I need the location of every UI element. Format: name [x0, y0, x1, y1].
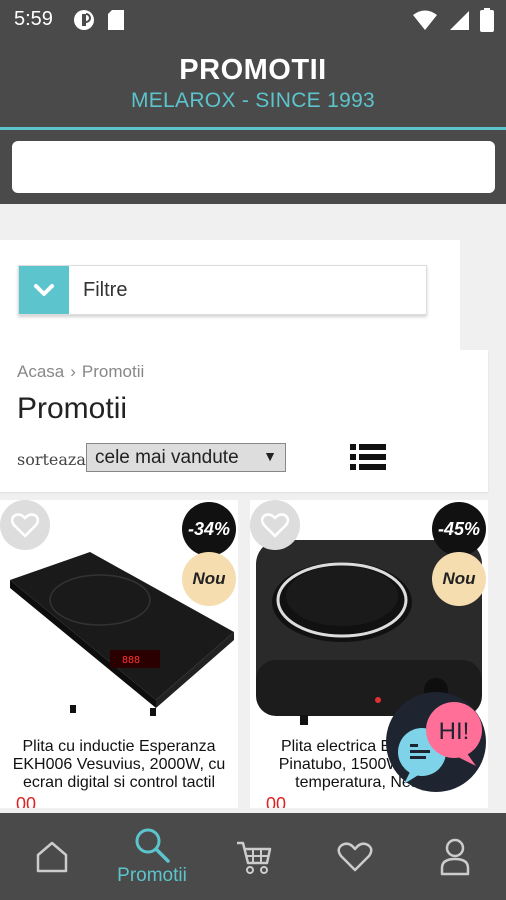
sort-dropdown-arrow: ▼ — [263, 448, 277, 464]
sort-select[interactable]: cele mai vandute ▼ — [86, 443, 286, 472]
breadcrumb-separator: › — [70, 362, 76, 381]
sd-card-icon — [108, 10, 124, 30]
heart-icon — [337, 841, 373, 871]
chat-label: HI! — [439, 718, 470, 745]
nav-favorites[interactable] — [324, 813, 386, 900]
filter-toggle[interactable] — [19, 266, 69, 314]
search-input[interactable] — [12, 141, 495, 193]
nav-account[interactable] — [424, 813, 486, 900]
nav-promotii-label: Promotii — [117, 864, 187, 886]
favorite-button[interactable] — [250, 500, 300, 550]
status-time: 5:59 — [14, 8, 53, 30]
nav-promotii[interactable]: Promotii — [104, 813, 200, 900]
heart-outline-icon — [11, 513, 39, 538]
app-header: PROMOTII MELAROX - SINCE 1993 — [0, 40, 506, 128]
filter-card: Filtre — [0, 240, 460, 350]
filter-button[interactable]: Filtre — [18, 265, 427, 315]
product-name[interactable]: Plita cu inductie Esperanza EKH006 Vesuv… — [2, 738, 236, 792]
discount-badge: -45% — [432, 502, 486, 556]
bottom-navigation: Promotii — [0, 813, 506, 900]
search-icon — [135, 828, 170, 863]
notification-app-icon — [74, 10, 94, 30]
nav-cart[interactable] — [222, 813, 286, 900]
new-badge: Nou — [182, 552, 236, 606]
product-card[interactable]: 888 -34% Nou Plita cu inductie Esperanza… — [0, 500, 238, 814]
new-badge: Nou — [432, 552, 486, 606]
favorite-button[interactable] — [0, 500, 50, 550]
breadcrumb-current: Promotii — [81, 362, 145, 381]
header-title: PROMOTII — [179, 54, 327, 86]
search-bar-container — [0, 130, 506, 204]
wifi-icon — [413, 10, 437, 30]
header-subtitle: MELAROX - SINCE 1993 — [130, 89, 376, 112]
chat-button[interactable]: HI! — [386, 692, 486, 792]
sort-selected-value: cele mai vandute — [95, 446, 239, 468]
chat-icon: HI! — [398, 702, 482, 784]
filter-label: Filtre — [83, 278, 128, 301]
heart-outline-icon — [261, 513, 289, 538]
user-icon — [440, 838, 470, 875]
battery-icon — [480, 8, 494, 32]
home-icon — [36, 841, 68, 872]
status-bar: 5:59 — [0, 0, 506, 40]
cart-icon — [237, 841, 272, 874]
sort-label: sorteaza — [17, 450, 86, 469]
svg-text:888: 888 — [122, 655, 140, 666]
signal-icon — [450, 11, 469, 30]
page-title: Promotii — [17, 392, 128, 425]
listing-header: Acasa › Promotii Promotii sorteaza cele … — [0, 350, 488, 492]
nav-home[interactable] — [22, 813, 82, 900]
discount-badge: -34% — [182, 502, 236, 556]
list-view-icon[interactable] — [350, 442, 386, 472]
breadcrumb-home[interactable]: Acasa — [17, 362, 64, 382]
chevron-down-icon — [34, 284, 54, 296]
breadcrumb: Acasa › Promotii — [17, 362, 144, 382]
